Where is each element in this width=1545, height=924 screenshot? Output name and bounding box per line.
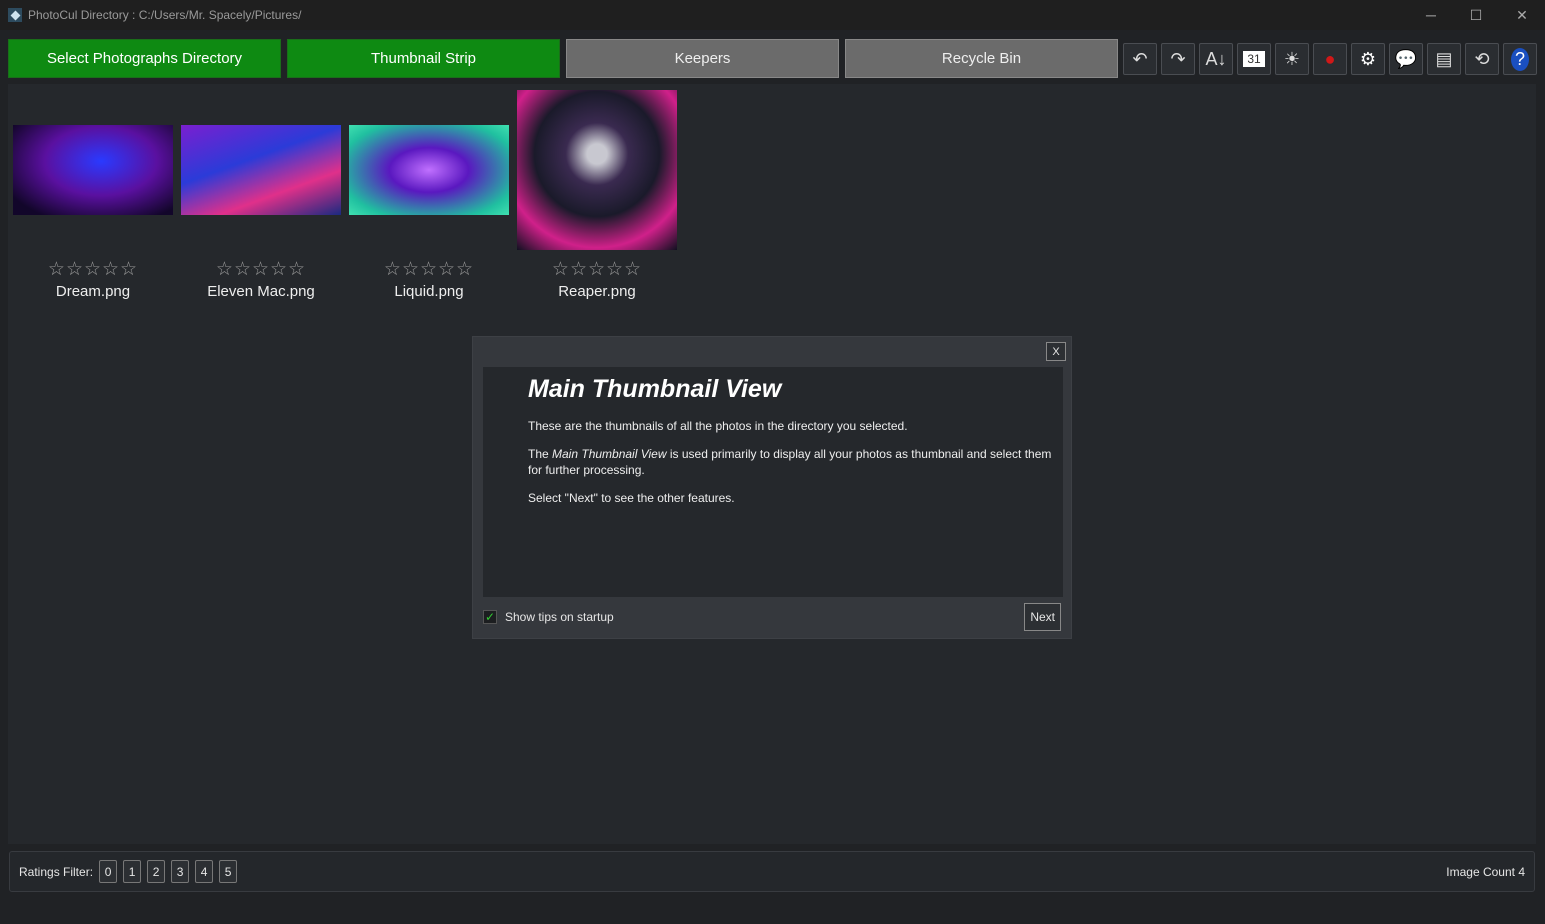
thumbnail-item[interactable]: ☆☆☆☆☆ Dream.png [13, 90, 173, 300]
star-rating[interactable]: ☆☆☆☆☆ [349, 258, 509, 281]
image-stack-button[interactable]: ▤ [1427, 43, 1461, 75]
image-search-button[interactable]: ⟲ [1465, 43, 1499, 75]
show-tips-checkbox[interactable]: ✓ [483, 610, 497, 624]
star-rating[interactable]: ☆☆☆☆☆ [517, 258, 677, 281]
image-search-icon: ⟲ [1474, 48, 1490, 69]
rating-filter-4[interactable]: 4 [195, 860, 214, 883]
maximize-button[interactable]: ☐ [1453, 0, 1499, 30]
thumbnail-name: Liquid.png [394, 283, 464, 300]
calendar-button[interactable]: 31 [1237, 43, 1271, 75]
redo-icon: ↷ [1170, 48, 1186, 69]
lightbulb-button[interactable]: ☀ [1275, 43, 1309, 75]
help-button[interactable]: ? [1503, 43, 1537, 75]
settings-button[interactable]: ⚙ [1351, 43, 1385, 75]
tips-dialog: X Main Thumbnail View These are the thum… [472, 336, 1072, 639]
star-rating[interactable]: ☆☆☆☆☆ [13, 258, 173, 281]
redo-button[interactable]: ↷ [1161, 43, 1195, 75]
ladybug-button[interactable]: ● [1313, 43, 1347, 75]
status-bar: Ratings Filter: 0 1 2 3 4 5 Image Count … [9, 851, 1535, 892]
lightbulb-icon: ☀ [1283, 48, 1301, 69]
star-rating[interactable]: ☆☆☆☆☆ [181, 258, 341, 281]
title-bar: PhotoCul Directory : C:/Users/Mr. Spacel… [0, 0, 1545, 30]
show-tips-label: Show tips on startup [505, 610, 614, 624]
thumbnail-item[interactable]: ☆☆☆☆☆ Reaper.png [517, 90, 677, 300]
undo-icon: ↶ [1132, 48, 1148, 69]
chat-icon: 💬 [1394, 48, 1418, 69]
dialog-paragraph: These are the thumbnails of all the phot… [528, 419, 908, 433]
dialog-paragraph: The Main Thumbnail View is used primaril… [528, 446, 1053, 478]
dialog-paragraph: Select "Next" to see the other features. [528, 491, 735, 505]
thumbnail-name: Eleven Mac.png [207, 283, 315, 300]
thumbnail-strip-button[interactable]: Thumbnail Strip [287, 39, 560, 78]
dialog-title: Main Thumbnail View [528, 375, 782, 403]
recycle-bin-button[interactable]: Recycle Bin [845, 39, 1118, 78]
text: The [528, 447, 553, 461]
image-stack-icon: ▤ [1435, 48, 1453, 69]
settings-icon: ⚙ [1355, 47, 1381, 71]
thumbnail-image [349, 125, 509, 215]
rating-filter-1[interactable]: 1 [123, 860, 142, 883]
rating-filter-2[interactable]: 2 [147, 860, 166, 883]
chat-button[interactable]: 💬 [1389, 43, 1423, 75]
rating-filter-5[interactable]: 5 [219, 860, 238, 883]
app-icon [8, 8, 22, 22]
sort-az-icon: A↓ [1205, 48, 1227, 69]
thumbnail-image [517, 90, 677, 250]
thumbnail-image [181, 125, 341, 215]
ratings-filter-label: Ratings Filter: [19, 864, 94, 879]
calendar-icon: 31 [1243, 51, 1265, 67]
sort-az-button[interactable]: A↓ [1199, 43, 1233, 75]
emphasis: Main Thumbnail View [552, 447, 667, 461]
thumbnail-item[interactable]: ☆☆☆☆☆ Liquid.png [349, 90, 509, 300]
close-window-button[interactable]: ✕ [1499, 0, 1545, 30]
dialog-close-button[interactable]: X [1046, 342, 1066, 361]
thumbnail-image [13, 125, 173, 215]
window-title: PhotoCul Directory : C:/Users/Mr. Spacel… [28, 8, 302, 22]
ladybug-icon: ● [1320, 47, 1340, 71]
dialog-content: Main Thumbnail View These are the thumbn… [483, 367, 1063, 597]
keepers-button[interactable]: Keepers [566, 39, 839, 78]
next-button[interactable]: Next [1024, 603, 1061, 631]
help-icon: ? [1510, 47, 1529, 71]
thumbnail-name: Dream.png [55, 283, 131, 300]
thumbnail-item[interactable]: ☆☆☆☆☆ Eleven Mac.png [181, 90, 341, 300]
rating-filter-3[interactable]: 3 [171, 860, 190, 883]
minimize-button[interactable]: ─ [1408, 0, 1454, 30]
rating-filter-0[interactable]: 0 [99, 860, 118, 883]
image-count: Image Count 4 [1446, 864, 1525, 879]
select-directory-button[interactable]: Select Photographs Directory [8, 39, 281, 78]
thumbnail-name: Reaper.png [558, 283, 636, 300]
undo-button[interactable]: ↶ [1123, 43, 1157, 75]
